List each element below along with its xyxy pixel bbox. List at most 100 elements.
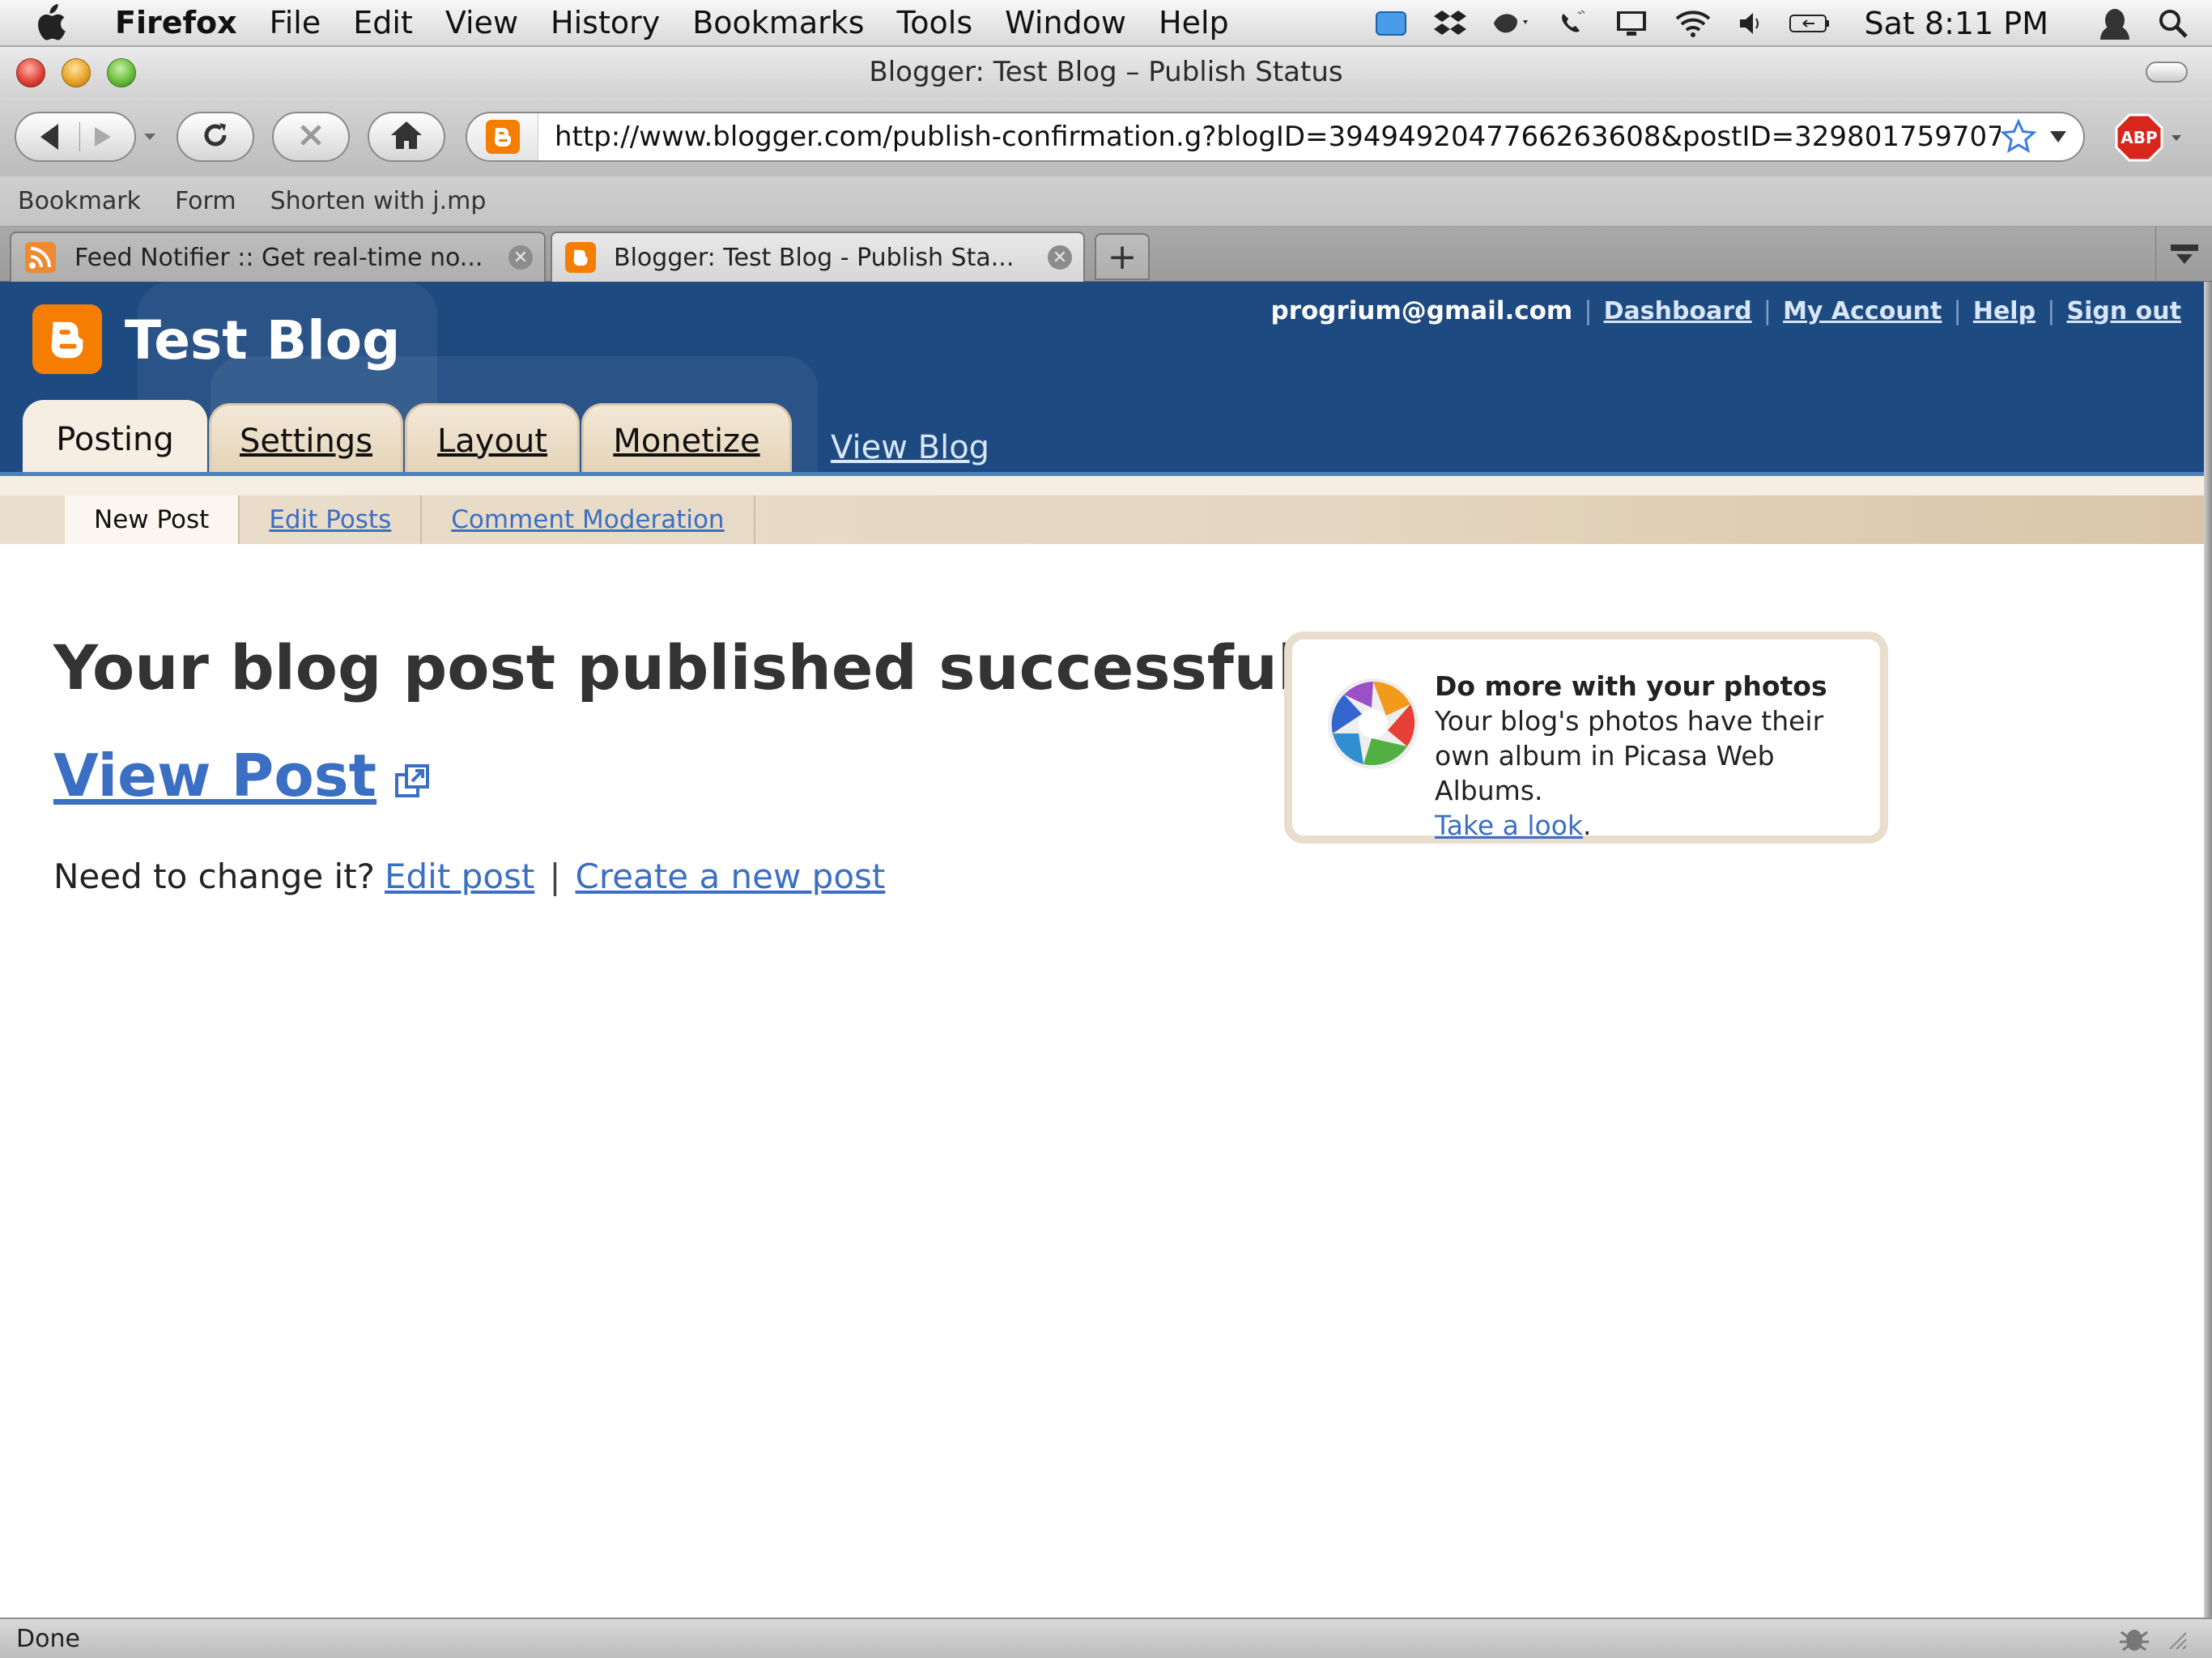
new-tab-button[interactable]: + xyxy=(1095,233,1150,280)
url-dropdown-icon[interactable] xyxy=(2048,126,2069,147)
menu-history[interactable]: History xyxy=(551,5,660,40)
home-button[interactable] xyxy=(368,112,445,162)
dashboard-link[interactable]: Dashboard xyxy=(1604,297,1752,325)
status-text: Done xyxy=(16,1624,80,1653)
link-separator: | xyxy=(1584,296,1593,325)
edit-post-link[interactable]: Edit post xyxy=(385,857,534,896)
bookmark-item-shorten[interactable]: Shorten with j.mp xyxy=(270,187,487,215)
site-identity-button[interactable] xyxy=(467,113,538,160)
adblock-label: ABP xyxy=(2121,128,2158,147)
volume-icon[interactable] xyxy=(1737,7,1763,40)
window-title-bar: Blogger: Test Blog – Publish Status xyxy=(0,47,2212,97)
blogger-logo-icon[interactable] xyxy=(32,304,102,374)
tab-layout[interactable]: Layout xyxy=(405,403,580,476)
tab-blogger[interactable]: Blogger: Test Blog - Publish Sta... ✕ xyxy=(551,232,1085,282)
growl-icon[interactable] xyxy=(1491,7,1533,40)
url-text[interactable]: http://www.blogger.com/publish-confirmat… xyxy=(538,121,2001,153)
account-links: progrium@gmail.com | Dashboard | My Acco… xyxy=(1271,296,2181,325)
wifi-icon[interactable] xyxy=(1674,7,1712,40)
adblock-icon: ABP xyxy=(2115,113,2163,162)
firebug-icon[interactable] xyxy=(2118,1624,2150,1653)
rss-icon xyxy=(24,241,57,274)
bookmark-item-form[interactable]: Form xyxy=(175,187,236,215)
toolbar-toggle-button[interactable] xyxy=(2146,62,2188,83)
change-prompt: Need to change it? xyxy=(53,857,375,896)
menu-extras: Sat 8:11 PM xyxy=(1350,0,2212,47)
spotlight-icon[interactable] xyxy=(2157,7,2189,40)
tab-feed-notifier[interactable]: Feed Notifier :: Get real-time no... ✕ xyxy=(10,232,546,282)
battery-icon[interactable] xyxy=(1787,7,1832,40)
menu-help[interactable]: Help xyxy=(1159,5,1229,40)
list-all-tabs-button[interactable] xyxy=(2155,227,2212,282)
url-bar[interactable]: http://www.blogger.com/publish-confirmat… xyxy=(466,112,2085,162)
window-edge xyxy=(2204,282,2212,1618)
menu-app-name[interactable]: Firefox xyxy=(115,5,237,40)
back-icon[interactable] xyxy=(34,119,70,155)
tab-label: Blogger: Test Blog - Publish Sta... xyxy=(614,243,1015,272)
minimize-window-button[interactable] xyxy=(62,58,91,87)
blogger-header: Test Blog progrium@gmail.com | Dashboard… xyxy=(0,282,2212,476)
user-icon[interactable] xyxy=(2097,7,2133,40)
history-dropdown-icon[interactable] xyxy=(143,130,157,147)
menu-bar: Firefox File Edit View History Bookmarks… xyxy=(0,0,2212,47)
change-post-row: Need to change it? Edit post | Create a … xyxy=(53,857,885,896)
menu-bookmarks[interactable]: Bookmarks xyxy=(692,5,864,40)
link-separator: | xyxy=(2047,296,2056,325)
view-post-link[interactable]: View Post xyxy=(53,742,376,810)
blog-title[interactable]: Test Blog xyxy=(125,309,400,372)
adblock-button[interactable]: ABP xyxy=(2115,113,2183,162)
zoom-window-button[interactable] xyxy=(107,58,136,87)
sub-navigation-row: New Post Edit Posts Comment Moderation xyxy=(0,495,755,544)
dropbox-icon[interactable] xyxy=(1433,7,1466,40)
menu-window[interactable]: Window xyxy=(1005,5,1126,40)
subnav-new-post[interactable]: New Post xyxy=(65,495,240,544)
phone-icon[interactable] xyxy=(1557,7,1589,40)
help-link[interactable]: Help xyxy=(1973,297,2035,325)
blogger-icon xyxy=(565,242,596,273)
status-bar-extras xyxy=(2118,1624,2188,1653)
menu-clock[interactable]: Sat 8:11 PM xyxy=(1865,6,2049,41)
apple-menu-icon[interactable] xyxy=(34,4,83,41)
cloud-icon[interactable] xyxy=(1374,7,1410,40)
user-email: progrium@gmail.com xyxy=(1270,296,1573,325)
reload-icon xyxy=(198,118,232,155)
subnav-edit-posts[interactable]: Edit Posts xyxy=(240,495,423,544)
tab-settings[interactable]: Settings xyxy=(209,403,403,476)
my-account-link[interactable]: My Account xyxy=(1783,297,1942,325)
plus-icon: + xyxy=(1107,236,1138,278)
resize-grip-icon[interactable] xyxy=(2163,1626,2188,1651)
stop-button[interactable] xyxy=(272,112,350,162)
tab-strip: Feed Notifier :: Get real-time no... ✕ B… xyxy=(0,227,2212,282)
tab-list-icon xyxy=(2168,242,2201,266)
picasa-icon xyxy=(1326,677,1420,774)
close-tab-icon[interactable]: ✕ xyxy=(1048,245,1072,270)
menu-view[interactable]: View xyxy=(445,5,518,40)
sign-out-link[interactable]: Sign out xyxy=(2067,297,2181,325)
bookmarks-toolbar: Bookmark Form Shorten with j.mp xyxy=(0,176,2212,227)
create-new-post-link[interactable]: Create a new post xyxy=(576,857,886,896)
picasa-promo-link-row: Take a look. xyxy=(1435,808,1872,843)
picasa-promo-text: Do more with your photos Your blog's pho… xyxy=(1435,669,1872,843)
bookmark-star-icon[interactable] xyxy=(2001,119,2036,155)
forward-icon[interactable] xyxy=(79,122,117,151)
reload-button[interactable] xyxy=(177,112,254,162)
picasa-promo-body: Your blog's photos have their own album … xyxy=(1435,705,1824,806)
view-post-row: View Post xyxy=(53,742,430,810)
display-icon[interactable] xyxy=(1614,7,1649,40)
bookmark-item-bookmark[interactable]: Bookmark xyxy=(18,187,141,215)
sub-navigation: New Post Edit Posts Comment Moderation xyxy=(0,476,2212,544)
tab-posting[interactable]: Posting xyxy=(23,400,207,476)
subnav-comment-moderation[interactable]: Comment Moderation xyxy=(422,495,755,544)
close-tab-icon[interactable]: ✕ xyxy=(508,245,533,270)
tab-label: Feed Notifier :: Get real-time no... xyxy=(74,243,483,272)
tab-monetize[interactable]: Monetize xyxy=(581,403,792,476)
take-a-look-link[interactable]: Take a look xyxy=(1435,810,1583,841)
close-window-button[interactable] xyxy=(16,58,45,87)
menu-tools[interactable]: Tools xyxy=(897,5,973,40)
view-blog-link[interactable]: View Blog xyxy=(831,429,989,466)
stop-icon xyxy=(296,121,325,153)
menu-file[interactable]: File xyxy=(270,5,321,40)
menu-edit[interactable]: Edit xyxy=(353,5,413,40)
link-separator: | xyxy=(549,857,561,896)
external-link-icon[interactable] xyxy=(394,763,430,802)
